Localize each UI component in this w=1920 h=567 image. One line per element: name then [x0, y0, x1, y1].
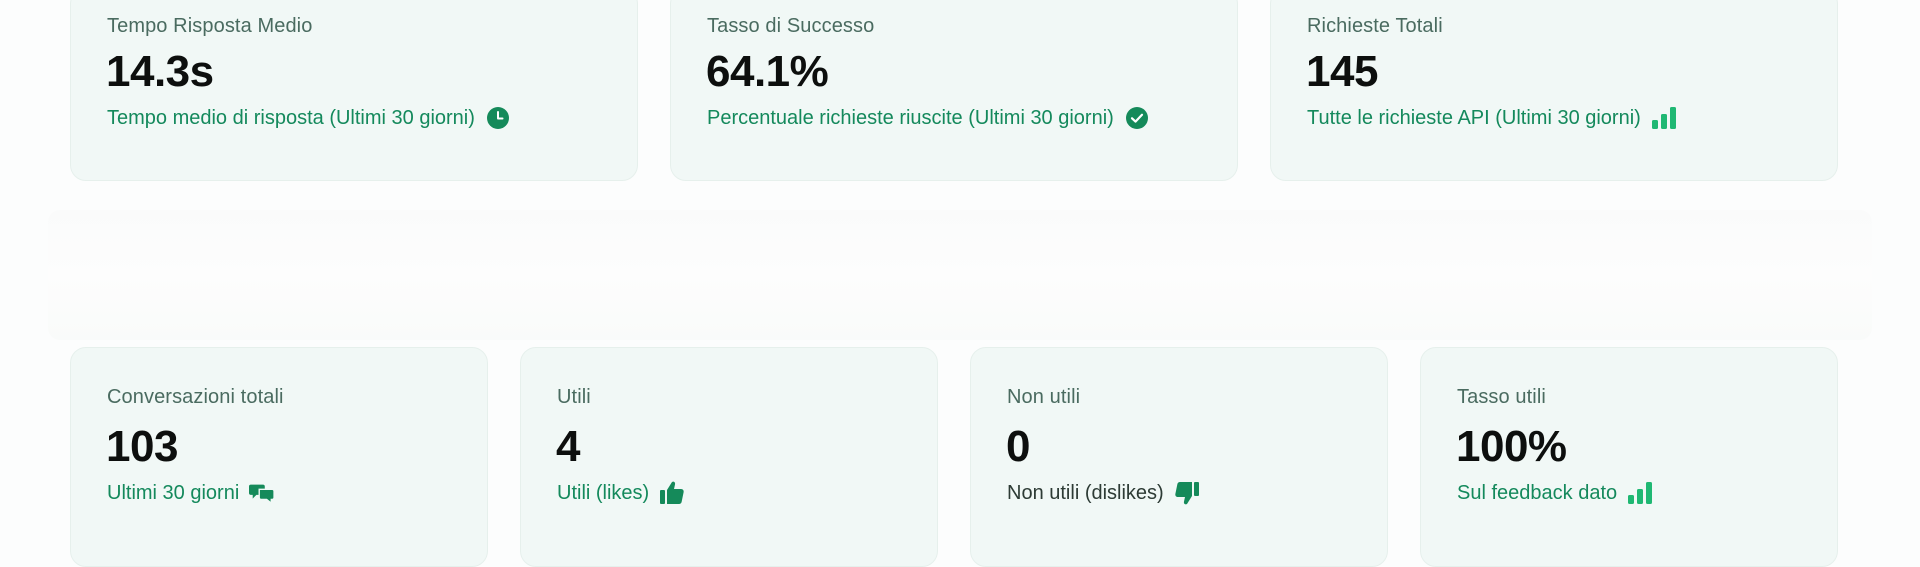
clock-icon: [485, 105, 511, 131]
stat-card-dislikes: Non utili 0 Non utili (dislikes): [970, 347, 1388, 567]
feedback-stats-row: Conversazioni totali 103 Ultimi 30 giorn…: [70, 347, 1838, 567]
stat-caption-row: Sul feedback dato: [1457, 480, 1653, 506]
stat-value: 103: [106, 422, 178, 471]
stat-caption-row: Utili (likes): [557, 480, 685, 506]
thumbs-down-icon: [1174, 480, 1200, 506]
stat-caption: Percentuale richieste riuscite (Ultimi 3…: [707, 106, 1114, 129]
stat-value: 145: [1306, 47, 1378, 96]
stat-caption: Utili (likes): [557, 481, 650, 504]
stat-card-total-conversations: Conversazioni totali 103 Ultimi 30 giorn…: [70, 347, 488, 567]
stat-card-likes: Utili 4 Utili (likes): [520, 347, 938, 567]
stat-label: Tempo Risposta Medio: [107, 15, 313, 37]
chat-bubbles-icon: [249, 480, 276, 506]
stat-card-useful-rate: Tasso utili 100% Sul feedback dato: [1420, 347, 1838, 567]
api-stats-row: Tempo Risposta Medio 14.3s Tempo medio d…: [70, 0, 1838, 181]
stat-value: 0: [1006, 422, 1030, 471]
stat-caption-row: Percentuale richieste riuscite (Ultimi 3…: [707, 105, 1150, 131]
stat-label: Non utili: [1007, 386, 1081, 408]
stat-label: Tasso utili: [1457, 386, 1546, 408]
stat-caption: Sul feedback dato: [1457, 481, 1618, 504]
stat-label: Tasso di Successo: [707, 15, 875, 37]
stat-caption-row: Non utili (dislikes): [1007, 480, 1200, 506]
stat-value: 64.1%: [706, 47, 829, 96]
stat-caption-row: Ultimi 30 giorni: [107, 480, 276, 506]
stat-caption-row: Tempo medio di risposta (Ultimi 30 giorn…: [107, 105, 511, 131]
stat-label: Conversazioni totali: [107, 386, 284, 408]
stat-caption: Ultimi 30 giorni: [107, 481, 240, 504]
stat-caption: Non utili (dislikes): [1007, 481, 1164, 504]
stat-card-total-requests: Richieste Totali 145 Tutte le richieste …: [1270, 0, 1838, 181]
bar-chart-icon: [1627, 480, 1653, 506]
stat-card-avg-response-time: Tempo Risposta Medio 14.3s Tempo medio d…: [70, 0, 638, 181]
section-divider: [48, 210, 1872, 340]
stat-value: 100%: [1456, 422, 1567, 471]
stat-value: 4: [556, 422, 580, 471]
stat-caption-row: Tutte le richieste API (Ultimi 30 giorni…: [1307, 105, 1677, 131]
stat-label: Richieste Totali: [1307, 15, 1443, 37]
stat-caption: Tempo medio di risposta (Ultimi 30 giorn…: [107, 106, 475, 129]
dashboard-page: Tempo Risposta Medio 14.3s Tempo medio d…: [0, 0, 1920, 567]
stat-label: Utili: [557, 386, 591, 408]
bar-chart-icon: [1651, 105, 1677, 131]
check-circle-icon: [1124, 105, 1150, 131]
stat-card-success-rate: Tasso di Successo 64.1% Percentuale rich…: [670, 0, 1238, 181]
thumbs-up-icon: [659, 480, 685, 506]
stat-value: 14.3s: [106, 47, 214, 96]
stat-caption: Tutte le richieste API (Ultimi 30 giorni…: [1307, 106, 1641, 129]
